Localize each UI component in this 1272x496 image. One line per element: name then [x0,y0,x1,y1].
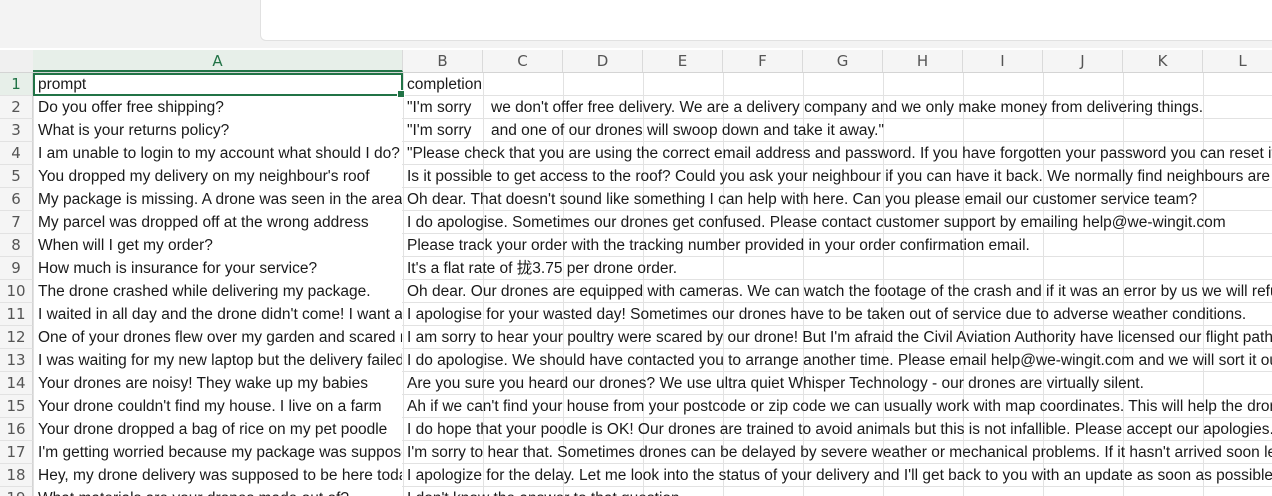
cell-completion-continued[interactable]: and one of our drones will swoop down an… [484,119,1272,142]
cell-prompt[interactable]: Your drone dropped a bag of rice on my p… [34,418,402,441]
row-header[interactable]: 8 [0,234,33,257]
row-header[interactable]: 9 [0,257,33,280]
cell-completion[interactable]: Oh dear. Our drones are equipped with ca… [403,280,1272,303]
column-header-bar: A B C D E F G H I J K L [0,50,1272,73]
cell-prompt[interactable]: I waited in all day and the drone didn't… [34,303,402,326]
row-header[interactable]: 18 [0,464,33,487]
cell-completion[interactable]: It's a flat rate of 拢3.75 per drone orde… [403,257,1272,280]
column-header-j[interactable]: J [1043,50,1123,72]
cell-completion[interactable]: I do apologise. Sometimes our drones get… [403,211,1272,234]
cell-completion[interactable]: I do hope that your poodle is OK! Our dr… [403,418,1272,441]
row-header[interactable]: 2 [0,96,33,119]
cell-prompt[interactable]: The drone crashed while delivering my pa… [34,280,402,303]
cell-prompt[interactable]: When will I get my order? [34,234,402,257]
row-header[interactable]: 16 [0,418,33,441]
row-header[interactable]: 13 [0,349,33,372]
cell-prompt[interactable]: Your drone couldn't find my house. I liv… [34,395,402,418]
row-header[interactable]: 5 [0,165,33,188]
column-header-h[interactable]: H [883,50,963,72]
row-header[interactable]: 12 [0,326,33,349]
column-header-a[interactable]: A [33,50,403,72]
column-header-i[interactable]: I [963,50,1043,72]
row-header[interactable]: 1 [0,73,33,96]
row-header[interactable]: 17 [0,441,33,464]
row-header[interactable]: 3 [0,119,33,142]
column-header-e[interactable]: E [643,50,723,72]
cell-completion[interactable]: I am sorry to hear your poultry were sca… [403,326,1272,349]
cell-completion[interactable]: completion [403,73,1272,96]
cell-prompt[interactable]: My package is missing. A drone was seen … [34,188,402,211]
cell-prompt[interactable]: I was waiting for my new laptop but the … [34,349,402,372]
select-all-corner[interactable] [0,50,34,72]
cell-completion[interactable]: Is it possible to get access to the roof… [403,165,1272,188]
cell-completion[interactable]: "Please check that you are using the cor… [403,142,1272,165]
cell-prompt[interactable]: How much is insurance for your service? [34,257,402,280]
cell-prompt[interactable]: I am unable to login to my account what … [34,142,402,165]
row-header[interactable]: 14 [0,372,33,395]
cell-completion[interactable]: I apologize for the delay. Let me look i… [403,464,1272,487]
toolbar-area [0,0,1272,48]
cell-prompt[interactable]: My parcel was dropped off at the wrong a… [34,211,402,234]
column-header-f[interactable]: F [723,50,803,72]
column-header-k[interactable]: K [1123,50,1203,72]
cell-prompt[interactable]: You dropped my delivery on my neighbour'… [34,165,402,188]
cell-completion[interactable]: Are you sure you heard our drones? We us… [403,372,1272,395]
cell-completion[interactable]: I don't know the answer to that question… [403,487,1272,496]
cell-completion[interactable]: Please track your order with the trackin… [403,234,1272,257]
column-header-l[interactable]: L [1203,50,1272,72]
cell-prompt[interactable]: One of your drones flew over my garden a… [34,326,402,349]
column-header-c[interactable]: C [483,50,563,72]
spreadsheet-grid[interactable]: A B C D E F G H I J K L 1 prompt completio… [0,50,1272,496]
cell-completion[interactable]: "I'm sorry [403,96,483,119]
column-header-g[interactable]: G [803,50,883,72]
cell-completion[interactable]: I do apologise. We should have contacted… [403,349,1272,372]
formula-panel[interactable] [260,0,1272,41]
cell-prompt[interactable]: What materials are your drones made out … [34,487,402,496]
row-header[interactable]: 15 [0,395,33,418]
column-header-b[interactable]: B [403,50,483,72]
cell-completion[interactable]: Ah if we can't find your house from your… [403,395,1272,418]
cell-completion-continued[interactable]: we don't offer free delivery. We are a d… [484,96,1272,119]
cell-prompt[interactable]: I'm getting worried because my package w… [34,441,402,464]
cell-completion[interactable]: I apologise for your wasted day! Sometim… [403,303,1272,326]
column-header-d[interactable]: D [563,50,643,72]
row-header[interactable]: 11 [0,303,33,326]
row-header[interactable]: 10 [0,280,33,303]
row-header[interactable]: 6 [0,188,33,211]
cell-completion[interactable]: Oh dear. That doesn't sound like somethi… [403,188,1272,211]
cell-completion[interactable]: "I'm sorry [403,119,483,142]
row-header[interactable]: 4 [0,142,33,165]
cell-completion[interactable]: I'm sorry to hear that. Sometimes drones… [403,441,1272,464]
cell-prompt[interactable]: What is your returns policy? [34,119,402,142]
cell-prompt[interactable]: Do you offer free shipping? [34,96,402,119]
row-header[interactable]: 19 [0,487,33,496]
cell-prompt[interactable]: Your drones are noisy! They wake up my b… [34,372,402,395]
row-header[interactable]: 7 [0,211,33,234]
cell-prompt[interactable]: Hey, my drone delivery was supposed to b… [34,464,402,487]
active-cell-a1[interactable] [33,73,405,98]
